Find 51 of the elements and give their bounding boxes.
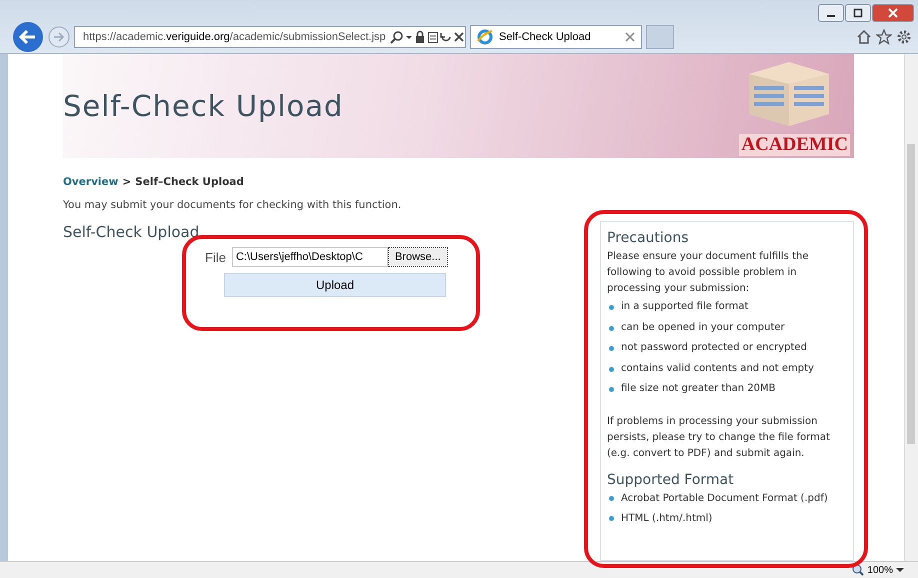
bullet-icon [609, 387, 614, 392]
upload-button[interactable]: Upload [224, 273, 446, 298]
minimize-icon [827, 15, 835, 17]
zoom-icon[interactable] [852, 564, 864, 576]
list-item-text: can be opened in your computer [621, 320, 785, 335]
file-label: File [205, 250, 226, 265]
close-button[interactable] [872, 4, 914, 22]
home-icon[interactable] [856, 29, 872, 46]
zoom-level[interactable]: 100% [867, 564, 893, 576]
breadcrumb-link[interactable]: Overview [63, 176, 118, 188]
intro-text: You may submit your documents for checking with this function. [63, 199, 402, 212]
panel-paragraph: If problems in processing your submission persists, please try to change the file format (e.g. convert to PDF) and submit again. [607, 414, 831, 461]
breadcrumb-separator: > [122, 176, 132, 188]
url-text: https://academic.veriguide.org/academic/submissionSelect.jsp [83, 31, 386, 44]
list-item-text: HTML (.htm/.html) [621, 512, 712, 526]
panel-heading: Precautions [607, 230, 690, 246]
refresh-icon[interactable] [440, 30, 452, 44]
list-item-text: contains valid contents and not empty [621, 362, 814, 376]
maximize-button[interactable] [845, 4, 871, 22]
back-button[interactable] [12, 21, 44, 54]
panel-paragraph: Please ensure your document fulfills the following to avoid possible problem in processing your submission: [607, 250, 810, 296]
bullet-icon [609, 346, 614, 352]
bullet-icon [609, 516, 614, 521]
bullet-icon [609, 496, 614, 501]
list-item-text: file size not greater than 20MB [621, 382, 776, 396]
file-input[interactable]: C:\Users\jeffho\Desktop\C [232, 247, 388, 268]
browse-button[interactable]: Browse... [388, 247, 448, 268]
address-bar[interactable]: https://academic.veriguide.org/academic/submissionSelect.jsp [74, 26, 466, 48]
breadcrumb-current: Self–Check Upload [135, 176, 244, 188]
dropdown-caret-icon[interactable] [896, 566, 904, 574]
bullet-icon [609, 305, 614, 310]
list-item-text: Acrobat Portable Document Format (.pdf) [621, 492, 828, 506]
section-title: Self-Check Upload [63, 223, 200, 242]
list-item-text: in a supported file format [621, 300, 748, 314]
search-icon[interactable] [390, 30, 404, 44]
settings-icon[interactable] [896, 29, 912, 46]
bullet-icon [609, 326, 614, 331]
tab-title: Self-Check Upload [499, 31, 592, 44]
lock-icon[interactable] [414, 30, 426, 44]
bullet-icon [609, 366, 614, 372]
panel-heading: Supported Format [607, 472, 735, 488]
maximize-icon [853, 8, 863, 18]
page-title: Self-Check Upload [63, 89, 344, 124]
browser-tab[interactable]: Self-Check Upload [470, 25, 642, 50]
close-icon[interactable] [452, 30, 465, 44]
scrollbar[interactable] [904, 54, 918, 562]
close-icon [888, 8, 898, 18]
star-icon[interactable] [876, 29, 892, 46]
logo-text: ACADEMIC [739, 134, 850, 156]
list-item-text: not password protected or encrypted [621, 341, 807, 356]
minimize-button[interactable] [818, 4, 844, 22]
